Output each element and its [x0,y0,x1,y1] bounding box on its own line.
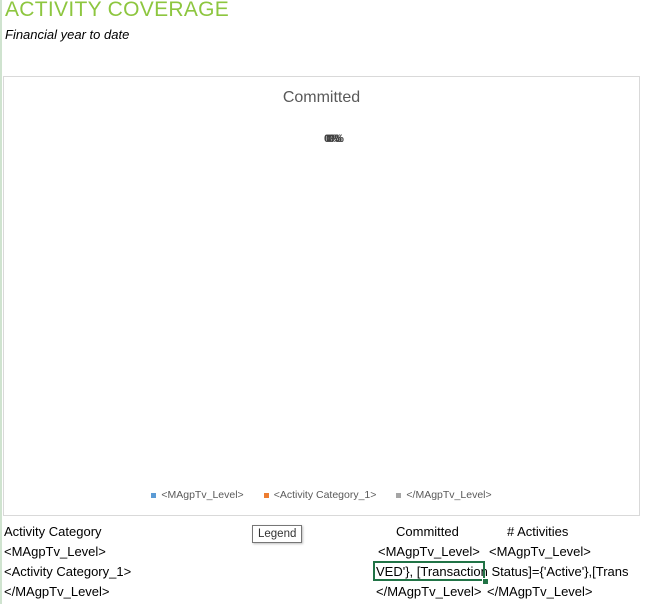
report-title: ACTIVITY COVERAGE [5,0,230,21]
cell-category-row2[interactable]: <Activity Category_1> [4,564,131,579]
chart-title: Committed [282,89,361,106]
worksheet-edge [0,0,2,604]
cell-activities-row3[interactable]: </MAgpTv_Level> [487,584,593,599]
slice-label-3: 0% [328,133,344,145]
legend-label: <Activity Category_1> [273,489,377,501]
cell-activities-row1[interactable]: <MAgpTv_Level> [489,544,591,559]
legend-item[interactable]: </MAgpTv_Level> [396,489,492,501]
cell-category-row1[interactable]: <MAgpTv_Level> [4,544,106,559]
report-subtitle: Financial year to date [5,27,130,42]
legend-item[interactable]: <Activity Category_1> [263,489,377,501]
cell-committed-row3[interactable]: </MAgpTv_Level> [376,584,482,599]
legend-swatch [396,492,402,498]
legend-label: <MAgpTv_Level> [161,489,244,501]
pie-chart[interactable]: Committed 0% 0% 0% <MAgpTv_Level> <Activ… [3,76,640,516]
header-committed[interactable]: Committed [396,524,459,539]
cell-committed-row1[interactable]: <MAgpTv_Level> [378,544,480,559]
selected-cell[interactable] [373,561,485,581]
chart-legend[interactable]: <MAgpTv_Level> <Activity Category_1> </M… [4,489,639,501]
header-activity-category[interactable]: Activity Category [4,524,102,539]
legend-tooltip: Legend [252,525,303,543]
header-activities[interactable]: # Activities [507,524,568,539]
cell-category-row3[interactable]: </MAgpTv_Level> [4,584,110,599]
legend-swatch [263,492,269,498]
legend-label: </MAgpTv_Level> [406,489,492,501]
legend-swatch [151,492,157,498]
legend-item[interactable]: <MAgpTv_Level> [151,489,244,501]
